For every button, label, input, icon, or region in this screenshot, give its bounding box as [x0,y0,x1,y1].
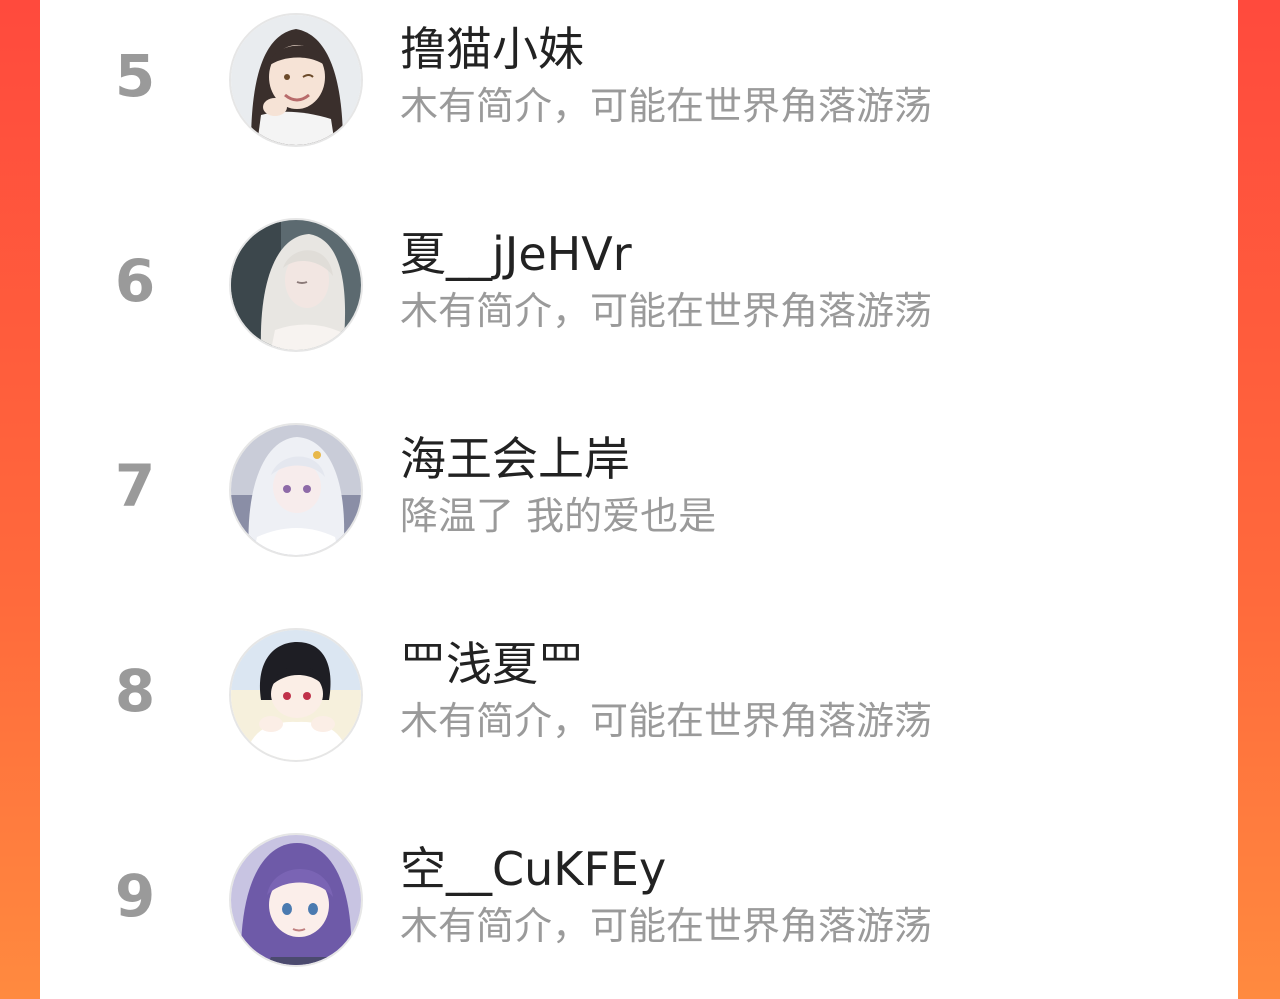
user-name[interactable]: 空__CuKFEy [400,839,666,899]
ranking-list-item[interactable]: 5 撸猫小妹 木有简介，可能在世界角落游荡 [40,5,1238,155]
user-bio: 木有简介，可能在世界角落游荡 [400,289,933,333]
user-name[interactable]: 海王会上岸 [400,429,630,489]
user-bio: 降温了 我的爱也是 [400,494,717,538]
ranking-list: 5 撸猫小妹 木有简介，可能在世界角落游荡 6 夏__jJeHVr 木有简介，可… [40,0,1238,999]
rank-number: 6 [114,247,156,315]
avatar-dark-hair-girl-icon[interactable] [229,13,363,147]
ranking-screen: 5 撸猫小妹 木有简介，可能在世界角落游荡 6 夏__jJeHVr 木有简介，可… [0,0,1280,999]
avatar-white-hair-character-icon[interactable] [229,218,363,352]
user-bio: 木有简介，可能在世界角落游荡 [400,699,933,743]
ranking-list-item[interactable]: 9 空__CuKFEy 木有简介，可能在世界角落游荡 [40,825,1238,975]
user-name[interactable]: 撸猫小妹 [400,19,584,79]
rank-number: 7 [114,452,156,520]
rank-number: 8 [114,657,156,725]
ranking-list-item[interactable]: 7 海王会上岸 降温了 我的爱也是 [40,415,1238,565]
avatar-black-hair-boy-icon[interactable] [229,628,363,762]
user-name[interactable]: 罒浅夏罒 [400,634,584,694]
user-bio: 木有简介，可能在世界角落游荡 [400,904,933,948]
rank-number: 5 [114,42,156,110]
ranking-list-item[interactable]: 6 夏__jJeHVr 木有简介，可能在世界角落游荡 [40,210,1238,360]
user-bio: 木有简介，可能在世界角落游荡 [400,84,933,128]
user-name[interactable]: 夏__jJeHVr [400,224,632,284]
avatar-purple-hair-girl-icon[interactable] [229,833,363,967]
rank-number: 9 [114,862,156,930]
avatar-white-hair-girl-icon[interactable] [229,423,363,557]
ranking-list-item[interactable]: 8 罒浅夏罒 木有简介，可能在世界角落游荡 [40,620,1238,770]
